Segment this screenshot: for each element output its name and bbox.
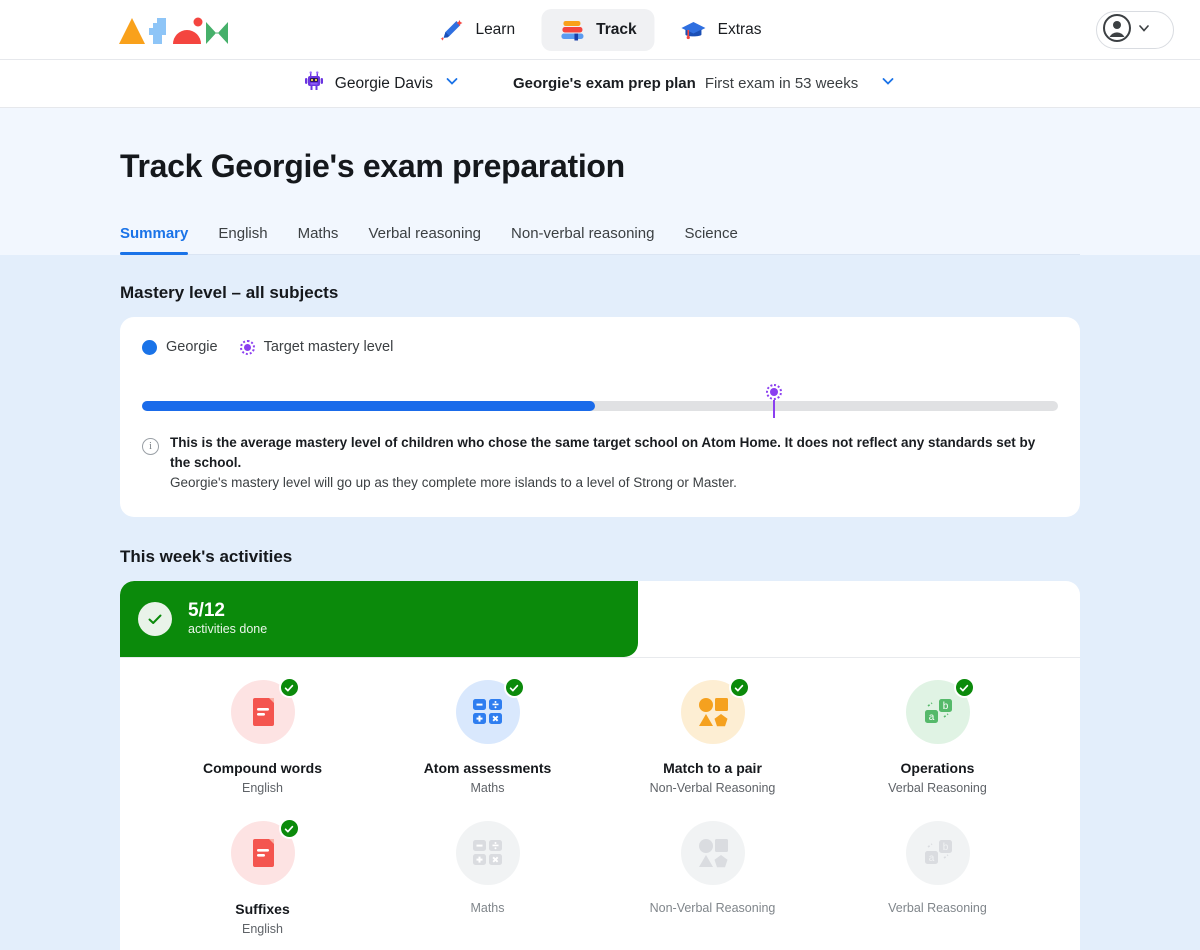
activity-card[interactable]: Compound words English — [150, 677, 375, 821]
svg-text:a: a — [928, 712, 934, 723]
activity-card: a b Verbal Reasoning — [825, 821, 1050, 950]
activity-subject: Maths — [470, 781, 505, 795]
chevron-down-icon[interactable] — [443, 72, 461, 95]
activities-done-count: 5/12 — [188, 600, 225, 621]
legend-item-target: Target mastery level — [239, 339, 394, 355]
activity-icon-wrap — [230, 677, 300, 744]
books-icon — [559, 18, 585, 42]
graduation-cap-icon — [681, 18, 707, 42]
completed-check-icon — [278, 677, 300, 698]
account-menu-button[interactable] — [1096, 11, 1174, 49]
nav-item-track[interactable]: Track — [541, 8, 655, 51]
activity-card[interactable]: a b Operations Verbal Reasoning — [825, 677, 1050, 821]
legend-label-georgie: Georgie — [166, 339, 218, 355]
mastery-progress-bar — [142, 379, 1058, 419]
activity-icon-wrap: a b — [905, 677, 975, 744]
activities-section-title: This week's activities — [120, 547, 293, 566]
activity-name: Operations — [900, 760, 975, 776]
activity-subject: Verbal Reasoning — [888, 781, 987, 795]
pencil-icon — [438, 18, 464, 42]
mastery-note-line2: Georgie's mastery level will go up as th… — [170, 475, 737, 490]
monster-avatar-icon — [303, 70, 325, 97]
activity-name: Suffixes — [235, 901, 290, 917]
info-icon: i — [142, 438, 159, 455]
page-content-region: Mastery level – all subjects Georgie Tar… — [0, 255, 1200, 950]
legend-item-georgie: Georgie — [142, 339, 218, 355]
legend-label-target: Target mastery level — [263, 339, 394, 355]
activity-card: Non-Verbal Reasoning — [600, 821, 825, 950]
activity-icon-wrap — [680, 677, 750, 744]
activity-subject: Maths — [470, 901, 505, 915]
svg-text:b: b — [942, 701, 948, 712]
mastery-note-line1: This is the average mastery level of chi… — [170, 435, 1036, 470]
activity-icon-wrap — [680, 821, 745, 885]
legend-dot-icon — [142, 339, 157, 355]
activity-card: Maths — [375, 821, 600, 950]
nav-item-extras[interactable]: Extras — [663, 9, 780, 51]
legend-target-ring-icon — [239, 339, 255, 355]
mastery-legend: Georgie Target mastery level — [142, 339, 1058, 355]
nav-item-learn[interactable]: Learn — [420, 9, 533, 51]
subject-tabs: Summary English Maths Verbal reasoning N… — [120, 219, 1080, 255]
nav-label-track: Track — [596, 20, 637, 38]
completed-check-icon — [278, 818, 300, 839]
mastery-level-card: Georgie Target mastery level i This is t… — [120, 317, 1080, 517]
nvr-shapes-icon — [680, 821, 745, 885]
activity-subject: Non-Verbal Reasoning — [649, 781, 776, 795]
activity-card[interactable]: Match to a pair Non-Verbal Reasoning — [600, 677, 825, 821]
nav-label-learn: Learn — [475, 20, 516, 38]
completed-check-icon — [503, 677, 525, 698]
top-navigation-bar: Learn Track Extras — [0, 0, 1200, 60]
activity-icon-wrap — [455, 677, 525, 744]
chevron-down-icon[interactable] — [879, 72, 897, 95]
mastery-section-title: Mastery level – all subjects — [120, 283, 339, 302]
mastery-bar-fill — [142, 401, 596, 411]
completed-check-icon — [953, 677, 975, 698]
activity-icon-wrap: a b — [905, 821, 970, 885]
activity-subject: Non-Verbal Reasoning — [649, 901, 776, 915]
tab-non-verbal-reasoning[interactable]: Non-verbal reasoning — [496, 219, 669, 254]
activity-name: Atom assessments — [423, 760, 552, 776]
activity-card[interactable]: Atom assessments Maths — [375, 677, 600, 821]
activity-card[interactable]: Suffixes English — [150, 818, 375, 950]
tab-verbal-reasoning[interactable]: Verbal reasoning — [353, 219, 496, 254]
tab-summary[interactable]: Summary — [120, 219, 203, 255]
activity-name: Compound words — [203, 760, 322, 776]
tab-maths[interactable]: Maths — [283, 219, 354, 254]
activity-icon-wrap — [230, 818, 300, 885]
activities-done-label: activities done — [188, 622, 268, 636]
page-title: Track Georgie's exam preparation — [120, 148, 625, 184]
mastery-bar-track — [142, 401, 1058, 411]
activity-subject: Verbal Reasoning — [888, 901, 987, 915]
maths-operations-icon — [455, 821, 520, 885]
pupil-name: Georgie Davis — [334, 74, 433, 92]
activity-icon-wrap — [455, 821, 520, 885]
pupil-selector[interactable]: Georgie Davis — [303, 70, 461, 97]
context-bar: Georgie Davis Georgie's exam prep plan F… — [0, 60, 1200, 108]
vr-letters-icon: a b — [905, 821, 970, 885]
plan-detail: First exam in 53 weeks — [704, 75, 859, 92]
check-icon — [138, 602, 172, 636]
nav-label-extras: Extras — [717, 20, 762, 38]
weekly-activities-card: 5/12 activities done Compound words Engli… — [120, 581, 1080, 950]
activity-name: Match to a pair — [663, 760, 762, 776]
tab-science[interactable]: Science — [669, 219, 752, 254]
plan-selector[interactable]: Georgie's exam prep plan First exam in 5… — [513, 72, 897, 95]
user-avatar-icon — [1102, 13, 1132, 48]
tab-english[interactable]: English — [203, 219, 282, 254]
target-marker-ring-icon — [766, 384, 783, 400]
chevron-down-icon — [1136, 20, 1152, 41]
completed-check-icon — [728, 677, 750, 698]
svg-text:a: a — [928, 853, 934, 864]
activities-grid: Compound words English Atom assessments Ma… — [120, 658, 1080, 950]
activities-progress-banner: 5/12 activities done — [120, 581, 639, 657]
page-header-region: Track Georgie's exam preparation Summary… — [0, 108, 1200, 255]
svg-text:b: b — [942, 842, 948, 853]
plan-name: Georgie's exam prep plan — [513, 75, 696, 92]
atom-logo[interactable] — [118, 14, 230, 46]
mastery-info-note: i This is the average mastery level of c… — [142, 433, 1058, 493]
main-navigation: Learn Track Extras — [420, 8, 780, 51]
activity-subject: English — [242, 922, 283, 936]
activity-subject: English — [242, 781, 283, 795]
